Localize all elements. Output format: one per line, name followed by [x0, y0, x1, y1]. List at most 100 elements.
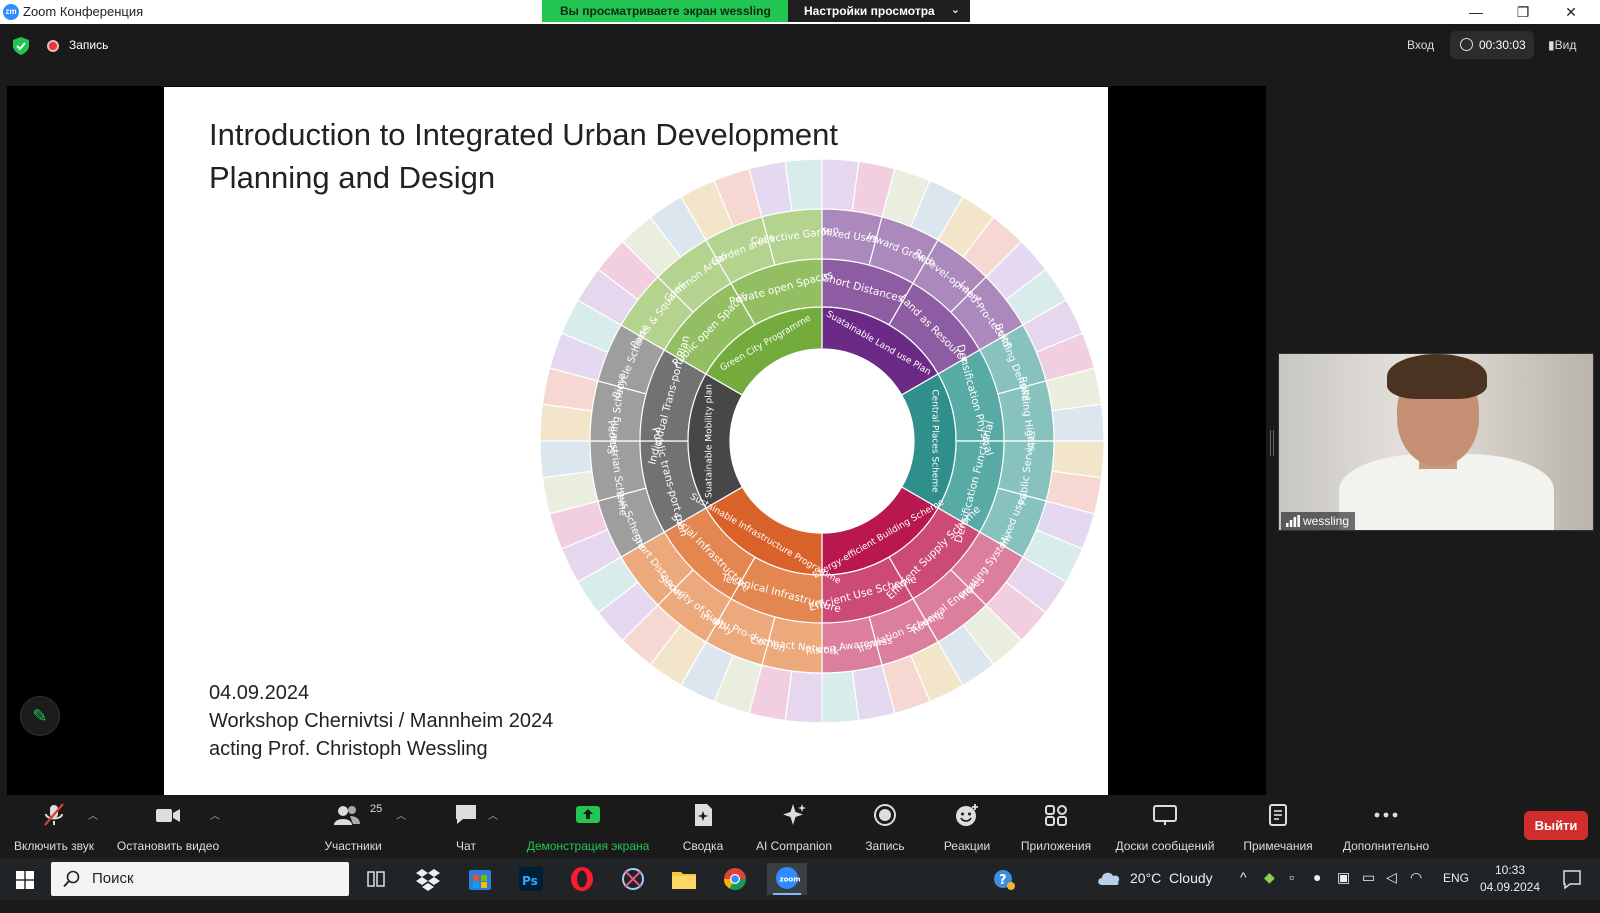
close-button[interactable]: ✕	[1548, 0, 1594, 24]
video-options-caret-icon[interactable]: ︿	[210, 807, 220, 822]
photoshop-icon[interactable]: Ps	[511, 863, 551, 895]
unmute-button[interactable]: Включить звук	[6, 795, 102, 858]
annotate-pencil-button[interactable]: ✎	[20, 696, 60, 736]
meeting-timer[interactable]: 00:30:03	[1450, 31, 1534, 59]
tray-app-icon[interactable]: ◆	[1264, 869, 1275, 911]
recording-dot-icon	[47, 40, 59, 52]
panel-resize-handle[interactable]	[1270, 430, 1274, 456]
security-shield-icon[interactable]	[13, 37, 29, 55]
help-icon[interactable]: ?	[985, 863, 1025, 895]
summary-button[interactable]: Сводка	[670, 795, 736, 858]
view-settings-button[interactable]: Настройки просмотра ⌄	[788, 0, 970, 22]
slide-footer: 04.09.2024 Workshop Chernivtsi / Mannhei…	[209, 679, 553, 763]
slide-workshop: Workshop Chernivtsi / Mannheim 2024	[209, 710, 554, 732]
windows-taskbar: Поиск Ps zoom ? 20°C Cloudy ^ ◆ ▫ ● ▣ ▭ …	[0, 858, 1600, 900]
wifi-icon[interactable]: ◠	[1410, 869, 1422, 911]
apps-icon	[1045, 805, 1067, 826]
share-banner-text: Вы просматриваете экран wessling	[542, 0, 788, 22]
file-explorer-icon[interactable]	[664, 863, 704, 895]
window-title: Zoom Конференция	[23, 4, 144, 19]
sunburst-diagram: Mixed UsesInward GrowthRedevel-opmentLan…	[540, 159, 1104, 723]
participants-count: 25	[370, 803, 383, 815]
notifications-icon[interactable]	[1552, 863, 1592, 895]
more-button[interactable]: Дополнительно	[1336, 795, 1436, 858]
share-screen-button[interactable]: Демонстрация экрана	[520, 795, 656, 858]
more-icon	[1374, 812, 1398, 818]
search-icon	[63, 870, 80, 888]
meeting-topbar: Запись Вход 00:30:03 ▮Вид	[0, 24, 1600, 86]
wheel-inner-label: Suatainable Mobility plan	[705, 384, 715, 498]
pencil-icon: ✎	[32, 706, 48, 726]
ai-companion-button[interactable]: AI Companion	[748, 795, 840, 858]
dropbox-icon[interactable]	[408, 863, 448, 895]
leave-meeting-button[interactable]: Выйти	[1524, 811, 1588, 840]
chat-icon	[456, 805, 476, 824]
maximize-button[interactable]: ❐	[1500, 0, 1546, 24]
ai-companion-label: AI Companion	[755, 839, 833, 853]
more-label: Дополнительно	[1342, 839, 1430, 853]
view-button[interactable]: ▮Вид	[1548, 38, 1576, 52]
apps-button[interactable]: Приложения	[1014, 795, 1098, 858]
cloud-icon	[1098, 872, 1120, 885]
recording-label[interactable]: Запись	[69, 38, 108, 52]
video-person-hair	[1387, 354, 1487, 399]
reactions-button[interactable]: Реакции	[934, 795, 1000, 858]
taskbar-date: 04.09.2024	[1479, 880, 1541, 894]
participant-video-tile[interactable]: wessling	[1278, 353, 1594, 531]
participants-button[interactable]: 25 Участники	[316, 795, 390, 858]
participants-icon	[334, 806, 360, 825]
participants-caret-icon[interactable]: ︿	[396, 807, 406, 822]
task-view-icon[interactable]	[356, 863, 396, 895]
microphone-tray-icon[interactable]: ●	[1313, 869, 1321, 911]
record-toolbar-label: Запись	[865, 839, 905, 853]
record-icon	[874, 804, 896, 826]
taskbar-search-input[interactable]: Поиск	[51, 862, 349, 896]
tray-device-icon[interactable]: ▫	[1289, 869, 1294, 911]
weather-text: 20°C Cloudy	[1130, 870, 1213, 886]
notes-label: Примечания	[1243, 839, 1313, 853]
view-settings-label: Настройки просмотра	[804, 4, 935, 18]
share-banner: Вы просматриваете экран wessling Настрой…	[542, 0, 970, 22]
microphone-muted-icon	[44, 803, 64, 826]
login-button[interactable]: Вход	[1407, 38, 1434, 52]
stop-video-button[interactable]: Остановить видео	[112, 795, 224, 858]
presentation-slide: Introduction to Integrated Urban Develop…	[164, 87, 1108, 795]
ai-companion-icon	[783, 804, 806, 825]
svg-text:?: ?	[999, 873, 1007, 888]
signal-bars-icon	[1286, 515, 1300, 527]
summary-label: Сводка	[682, 839, 724, 853]
search-placeholder: Поиск	[92, 870, 134, 887]
minimize-button[interactable]: —	[1453, 0, 1499, 24]
chat-caret-icon[interactable]: ︿	[488, 807, 498, 822]
wheel-rim-segment	[540, 440, 593, 479]
whiteboards-button[interactable]: Доски сообщений	[1110, 795, 1220, 858]
participants-label: Участники	[324, 839, 382, 853]
participant-name: wessling	[1303, 514, 1350, 528]
volume-icon[interactable]: ◁	[1386, 869, 1397, 911]
slide-presenter: acting Prof. Christoph Wessling	[209, 738, 488, 760]
slide-title-line1: Introduction to Integrated Urban Develop…	[209, 117, 838, 152]
wheel-center	[731, 350, 913, 532]
chat-button[interactable]: Чат	[440, 795, 492, 858]
show-hidden-icons-icon[interactable]: ^	[1240, 869, 1247, 911]
video-camera-icon	[156, 809, 180, 822]
summary-icon	[695, 804, 712, 826]
record-button[interactable]: Запись	[855, 795, 915, 858]
notes-button[interactable]: Примечания	[1236, 795, 1320, 858]
timer-value: 00:30:03	[1479, 38, 1526, 52]
snipping-tool-icon[interactable]	[613, 863, 653, 895]
zoom-taskbar-icon[interactable]: zoom	[767, 863, 807, 895]
opera-browser-icon[interactable]	[562, 863, 602, 895]
chrome-browser-icon[interactable]	[715, 863, 755, 895]
chevron-down-icon: ⌄	[950, 4, 960, 16]
battery-icon[interactable]: ▭	[1362, 869, 1375, 911]
windows-start-icon[interactable]	[16, 871, 34, 889]
microsoft-store-icon[interactable]	[460, 863, 500, 895]
language-indicator[interactable]: ENG	[1443, 871, 1469, 913]
audio-options-caret-icon[interactable]: ︿	[88, 807, 98, 822]
network-monitor-icon[interactable]: ▣	[1337, 869, 1350, 911]
taskbar-clock[interactable]: 10:33 04.09.2024	[1470, 862, 1550, 896]
wheel-rim-segment	[1051, 403, 1104, 442]
svg-text:zoom: zoom	[780, 876, 801, 884]
reactions-label: Реакции	[943, 839, 991, 853]
